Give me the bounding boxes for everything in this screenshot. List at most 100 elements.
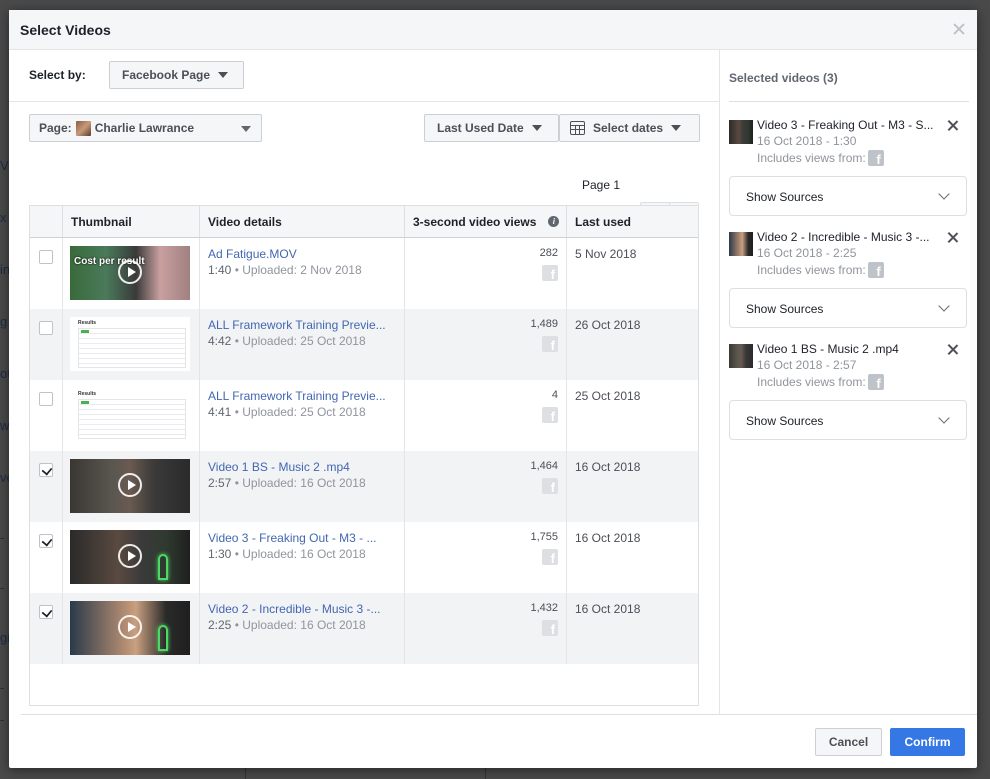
select-videos-dialog: Select Videos Select by: Facebook Page P… — [9, 10, 977, 768]
last-used-date: 16 Oct 2018 — [575, 531, 641, 545]
details-cell: Video 2 - Incredible - Music 3 -... 2:25 … — [200, 593, 405, 664]
video-browser: Select by: Facebook Page Page: Charlie L… — [9, 50, 720, 714]
show-sources-label: Show Sources — [746, 302, 824, 316]
play-icon[interactable] — [118, 615, 142, 639]
results-preview: Results — [78, 320, 186, 369]
video-duration: 1:30 — [208, 547, 232, 561]
table-header: Thumbnail Video details 3-second video v… — [30, 206, 698, 238]
last-used-cell: 26 Oct 2018 — [567, 309, 698, 380]
upload-date: Uploaded: 25 Oct 2018 — [242, 334, 366, 348]
views-cell: 4f — [405, 380, 567, 451]
includes-views-from: Includes views from: f — [757, 262, 884, 278]
video-thumbnail[interactable]: Results — [70, 388, 190, 442]
table-row[interactable]: Video 2 - Incredible - Music 3 -... 2:25 … — [30, 593, 698, 664]
table-row[interactable]: Results ALL Framework Training Previe... 4… — [30, 380, 698, 451]
remove-icon[interactable] — [947, 344, 959, 356]
video-meta: 4:41 • Uploaded: 25 Oct 2018 — [208, 405, 366, 419]
details-cell: ALL Framework Training Previe... 4:42 • U… — [200, 309, 405, 380]
facebook-icon: f — [867, 150, 884, 166]
selected-video-thumbnail — [729, 232, 753, 256]
results-preview: Results — [78, 391, 186, 440]
row-checkbox[interactable] — [39, 392, 53, 406]
play-icon[interactable] — [118, 544, 142, 568]
selected-videos-title: Selected videos (3) — [729, 71, 838, 85]
video-duration: 2:57 — [208, 476, 232, 490]
row-checkbox[interactable] — [39, 250, 53, 264]
video-thumbnail[interactable]: Cost per result — [70, 246, 190, 300]
remove-icon[interactable] — [947, 120, 959, 132]
show-sources-dropdown[interactable]: Show Sources — [729, 176, 967, 216]
thumbnail-caption: Results — [78, 320, 97, 326]
video-title-link[interactable]: Video 2 - Incredible - Music 3 -... — [208, 602, 381, 616]
close-icon[interactable] — [951, 21, 967, 37]
neon-cactus-graphic — [158, 625, 168, 651]
table-body: Cost per result Ad Fatigue.MOV 1:40 • Uplo… — [30, 238, 698, 664]
play-icon[interactable] — [118, 473, 142, 497]
caret-down-icon — [671, 125, 682, 131]
caret-down-icon — [218, 72, 229, 78]
select-cell — [30, 593, 63, 664]
date-range-dropdown[interactable]: Select dates — [559, 114, 700, 142]
selected-videos-panel: Selected videos (3) Video 3 - Freaking O… — [721, 50, 977, 714]
selected-video-date: 16 Oct 2018 - 2:57 — [757, 358, 857, 372]
video-thumbnail[interactable]: Results — [70, 317, 190, 371]
selected-video-thumbnail — [729, 120, 753, 144]
views-count: 1,432 — [530, 602, 558, 614]
table-row[interactable]: Results ALL Framework Training Previe... 4… — [30, 309, 698, 380]
divider — [729, 101, 969, 102]
show-sources-dropdown[interactable]: Show Sources — [729, 400, 967, 440]
caret-down-icon — [241, 126, 251, 132]
select-by-dropdown[interactable]: Facebook Page — [109, 61, 244, 89]
views-cell: 1,432 f — [405, 593, 567, 664]
select-cell — [30, 309, 63, 380]
views-count: 1,464 — [530, 460, 558, 472]
video-duration: 1:40 — [208, 263, 232, 277]
facebook-icon: f — [867, 262, 884, 278]
thumbnail-cell: Results — [63, 380, 200, 451]
show-sources-dropdown[interactable]: Show Sources — [729, 288, 967, 328]
row-checkbox[interactable] — [39, 321, 53, 335]
cancel-button[interactable]: Cancel — [815, 728, 882, 756]
video-thumbnail[interactable] — [70, 601, 190, 655]
column-views: 3-second video views i — [405, 206, 567, 237]
last-used-date: 16 Oct 2018 — [575, 602, 641, 616]
video-duration: 4:41 — [208, 405, 232, 419]
select-by-row: Select by: Facebook Page — [9, 50, 719, 102]
remove-icon[interactable] — [947, 232, 959, 244]
selected-video-date: 16 Oct 2018 - 1:30 — [757, 134, 857, 148]
views-cell: 1,755 f — [405, 522, 567, 593]
row-checkbox[interactable] — [39, 605, 53, 619]
spreadsheet-graphic — [78, 328, 186, 368]
views-cell: 282 f — [405, 238, 567, 309]
info-icon[interactable]: i — [548, 216, 560, 227]
sort-dropdown[interactable]: Last Used Date — [424, 114, 559, 142]
table-row[interactable]: Video 3 - Freaking Out - M3 - ... 1:30 • … — [30, 522, 698, 593]
video-title-link[interactable]: ALL Framework Training Previe... — [208, 389, 386, 403]
row-checkbox[interactable] — [39, 463, 53, 477]
caret-down-icon — [531, 125, 542, 131]
column-last-used: Last used — [575, 214, 632, 229]
chevron-down-icon — [938, 188, 950, 200]
details-cell: ALL Framework Training Previe... 4:41 • U… — [200, 380, 405, 451]
video-title-link[interactable]: Video 3 - Freaking Out - M3 - ... — [208, 531, 377, 545]
chevron-down-icon — [938, 412, 950, 424]
table-row[interactable]: Cost per result Ad Fatigue.MOV 1:40 • Uplo… — [30, 238, 698, 309]
thumbnail-cell — [63, 522, 200, 593]
upload-date: Uploaded: 2 Nov 2018 — [242, 263, 362, 277]
calendar-icon — [570, 121, 585, 135]
page-dropdown[interactable]: Page: Charlie Lawrance — [29, 114, 262, 142]
video-thumbnail[interactable] — [70, 530, 190, 584]
select-cell — [30, 238, 63, 309]
video-title-link[interactable]: Video 1 BS - Music 2 .mp4 — [208, 460, 350, 474]
table-row[interactable]: Video 1 BS - Music 2 .mp4 2:57 • Uploaded… — [30, 451, 698, 522]
confirm-button[interactable]: Confirm — [890, 728, 965, 756]
sort-value: Last Used Date — [437, 121, 524, 135]
page-prefix: Page: — [39, 121, 72, 135]
chevron-down-icon — [938, 300, 950, 312]
video-thumbnail[interactable] — [70, 459, 190, 513]
selected-video-thumbnail — [729, 344, 753, 368]
row-checkbox[interactable] — [39, 534, 53, 548]
video-title-link[interactable]: Ad Fatigue.MOV — [208, 247, 297, 261]
video-title-link[interactable]: ALL Framework Training Previe... — [208, 318, 386, 332]
play-icon[interactable] — [118, 260, 142, 284]
